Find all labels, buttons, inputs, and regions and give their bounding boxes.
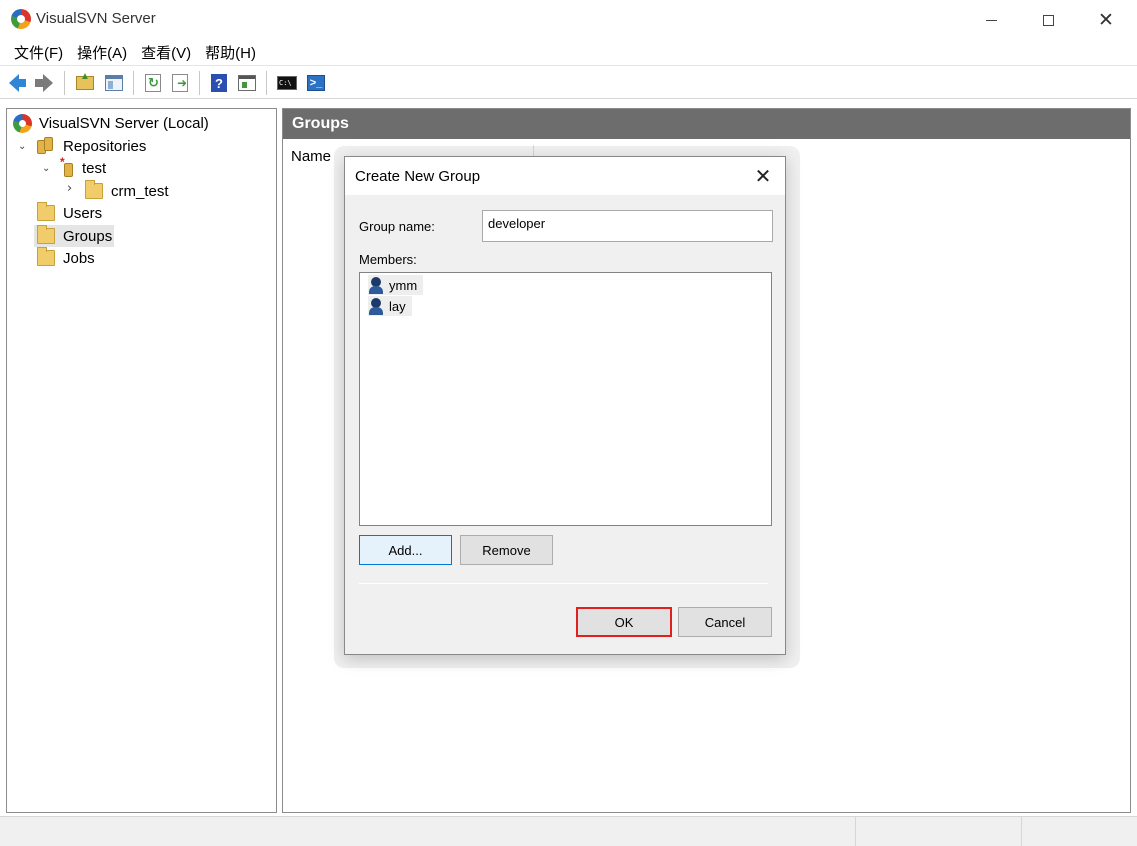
folder-icon <box>85 180 103 199</box>
repositories-icon <box>37 137 55 155</box>
properties-button[interactable] <box>237 73 257 93</box>
close-window-button[interactable]: ✕ <box>1077 0 1135 40</box>
toolbar-separator <box>266 71 267 95</box>
window-title: VisualSVN Server <box>36 10 156 27</box>
powershell-icon: >_ <box>307 75 325 91</box>
maximize-button[interactable] <box>1019 0 1077 40</box>
toolbar-separator <box>64 71 65 95</box>
group-name-label: Group name: <box>359 219 435 234</box>
tree-item-crm-test[interactable]: crm_test <box>85 180 169 202</box>
up-one-level-button[interactable] <box>75 71 95 93</box>
close-icon: ✕ <box>754 164 772 188</box>
tree-item-users[interactable]: Users <box>37 202 102 224</box>
create-new-group-dialog: Create New Group ✕ Group name: developer… <box>344 156 786 655</box>
chevron-down-icon[interactable]: ⌄ <box>18 141 26 152</box>
member-name: ymm <box>389 277 418 293</box>
toolbar-separator <box>133 71 134 95</box>
user-icon <box>368 276 384 294</box>
chevron-down-icon[interactable]: ⌄ <box>42 163 50 174</box>
pane-header: Groups <box>283 109 1130 139</box>
visualsvn-server-icon <box>13 113 32 133</box>
tree-item-jobs[interactable]: Jobs <box>37 247 95 269</box>
refresh-button[interactable] <box>143 73 163 93</box>
tree-item-label: crm_test <box>111 182 169 200</box>
tree-item-label: Groups <box>63 227 113 245</box>
user-icon <box>368 297 384 315</box>
tree-item-repositories[interactable]: Repositories <box>37 135 146 157</box>
remove-member-button[interactable]: Remove <box>460 535 553 565</box>
dialog-divider <box>359 583 768 584</box>
members-list[interactable]: ymm lay <box>359 272 772 526</box>
powershell-button[interactable]: >_ <box>306 73 326 93</box>
menu-help[interactable]: 帮助(H) <box>198 42 263 63</box>
add-member-button[interactable]: Add... <box>359 535 452 565</box>
tree-item-label: Jobs <box>63 249 95 267</box>
menu-action[interactable]: 操作(A) <box>70 42 134 63</box>
help-button[interactable]: ? <box>209 73 229 93</box>
close-icon: ✕ <box>1098 9 1114 31</box>
toolbar-separator <box>199 71 200 95</box>
members-label: Members: <box>359 252 417 267</box>
up-folder-icon <box>76 71 94 90</box>
status-segment <box>855 817 1021 846</box>
column-header-name[interactable]: Name <box>291 148 331 165</box>
status-segment <box>1021 817 1137 846</box>
tree-item-label: test <box>82 159 107 177</box>
tree-item-label: Users <box>63 204 103 222</box>
repository-icon: * <box>60 155 74 177</box>
export-list-button[interactable] <box>170 73 190 93</box>
group-name-input[interactable]: developer <box>482 210 773 242</box>
minimize-icon <box>985 19 997 21</box>
forward-arrow-icon <box>35 74 53 92</box>
command-prompt-icon: C:\ <box>277 76 297 90</box>
back-button[interactable] <box>8 73 28 93</box>
menu-bar: 文件(F) 操作(A) 查看(V) 帮助(H) <box>0 40 1137 66</box>
title-bar: VisualSVN Server ✕ <box>0 0 1137 40</box>
dialog-close-button[interactable]: ✕ <box>745 162 781 190</box>
dialog-title: Create New Group <box>355 168 481 185</box>
forward-button[interactable] <box>34 73 54 93</box>
tree-item-server[interactable]: VisualSVN Server (Local) <box>13 112 209 134</box>
list-item-member-ymm[interactable]: ymm <box>368 275 424 295</box>
status-bar <box>0 816 1137 846</box>
tree-item-label: Repositories <box>63 137 147 155</box>
menu-view[interactable]: 查看(V) <box>134 42 198 63</box>
maximize-icon <box>1042 14 1054 26</box>
refresh-icon <box>145 74 161 92</box>
minimize-button[interactable] <box>962 0 1020 40</box>
tree-item-repo-test[interactable]: * test <box>60 155 107 179</box>
dialog-title-bar: Create New Group ✕ <box>345 157 785 195</box>
navigation-tree: VisualSVN Server (Local) ⌄ Repositories … <box>6 108 277 813</box>
export-list-icon <box>172 74 188 92</box>
back-arrow-icon <box>9 74 26 92</box>
properties-icon <box>238 75 256 91</box>
cancel-button[interactable]: Cancel <box>678 607 772 637</box>
show-hide-tree-icon <box>105 75 123 91</box>
chevron-right-icon[interactable]: › <box>67 181 72 196</box>
ok-button[interactable]: OK <box>576 607 672 637</box>
visualsvn-logo-icon <box>11 9 31 29</box>
jobs-folder-icon <box>37 247 55 266</box>
list-item-member-lay[interactable]: lay <box>368 296 412 316</box>
users-folder-icon <box>37 202 55 221</box>
menu-file[interactable]: 文件(F) <box>7 42 70 63</box>
command-prompt-button[interactable]: C:\ <box>277 73 297 93</box>
show-hide-tree-button[interactable] <box>104 73 124 93</box>
toolbar: ? C:\ >_ <box>0 67 1137 99</box>
tree-item-label: VisualSVN Server (Local) <box>39 114 209 132</box>
groups-folder-icon <box>37 225 55 244</box>
help-icon: ? <box>211 74 227 92</box>
tree-item-groups[interactable]: Groups <box>34 225 115 247</box>
member-name: lay <box>389 298 406 314</box>
